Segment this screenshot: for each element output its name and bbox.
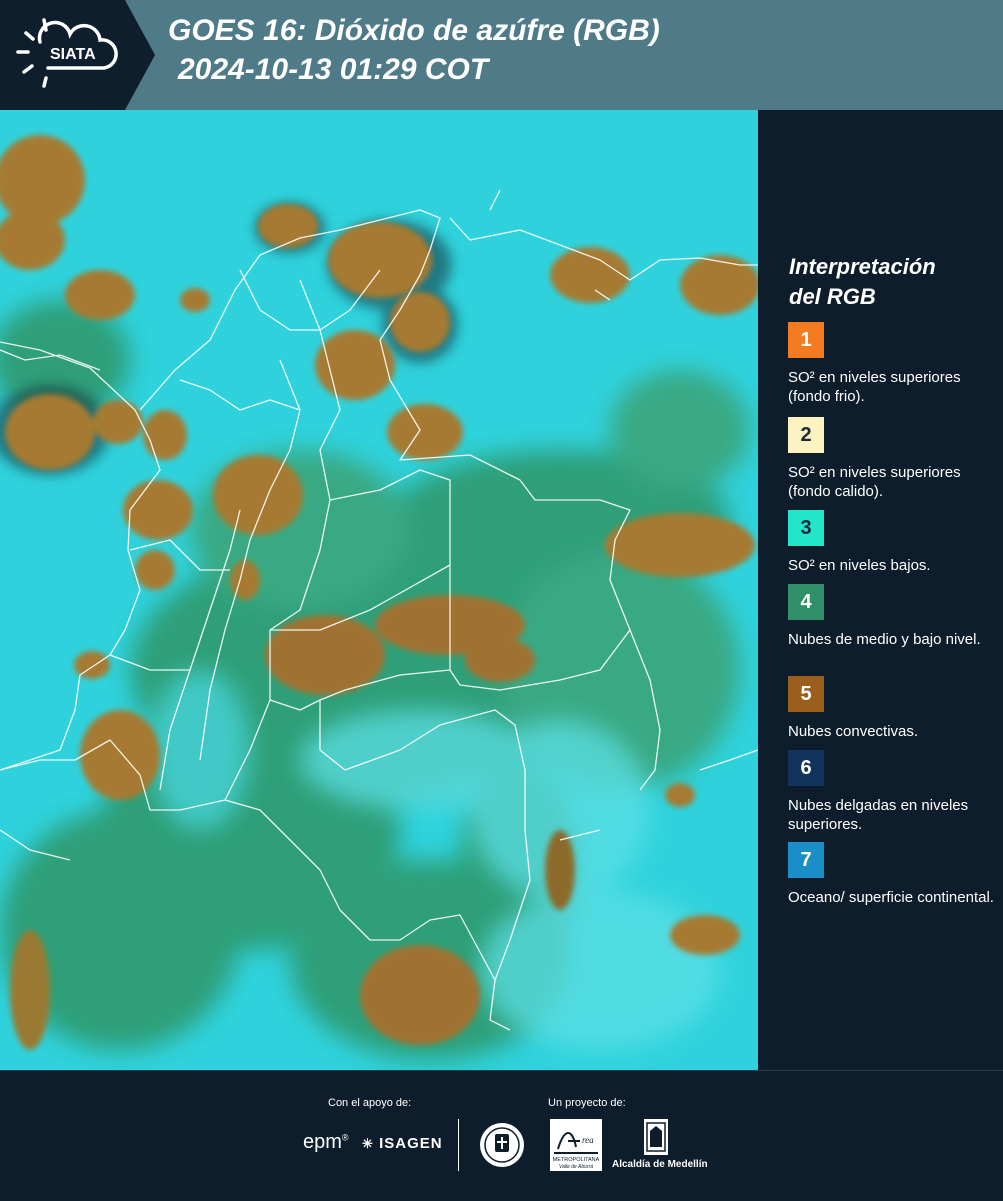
header-bar: SIATA GOES 16: Dióxido de azúfre (RGB) 2…	[0, 0, 1003, 110]
satellite-map	[0, 110, 758, 1070]
legend-text-6: Nubes delgadas en niveles superiores.	[788, 797, 969, 833]
legend-swatch-7: 7	[788, 842, 824, 878]
legend-title-line2: del RGB	[789, 284, 876, 309]
legend-item-4: 4 Nubes de medio y bajo nivel.	[788, 584, 998, 649]
legend-text-5: Nubes convectivas.	[788, 723, 919, 740]
page-timestamp: 2024-10-13 01:29 COT	[178, 53, 489, 86]
epm-logo: epm®	[303, 1131, 349, 1153]
isagen-logo-text: ISAGEN	[379, 1135, 443, 1152]
legend-item-5: 5 Nubes convectivas.	[788, 676, 998, 741]
siata-logo: SIATA	[0, 0, 155, 110]
project-label: Un proyecto de:	[548, 1097, 626, 1109]
alcaldia-text: Alcaldía de Medellín	[612, 1159, 708, 1170]
legend-swatch-4: 4	[788, 584, 824, 620]
page-title: GOES 16: Dióxido de azúfre (RGB)	[168, 14, 660, 47]
svg-text:rea: rea	[582, 1135, 594, 1145]
legend-item-6: 6 Nubes delgadas en niveles superiores.	[788, 750, 998, 834]
legend-item-1: 1 SO² en niveles superiores (fondo frio)…	[788, 322, 998, 406]
footer-divider	[458, 1119, 459, 1171]
isagen-mark-icon: ✳	[362, 1136, 374, 1151]
legend-swatch-2: 2	[788, 417, 824, 453]
legend-item-7: 7 Oceano/ superficie continental.	[788, 842, 998, 907]
legend-swatch-1: 1	[788, 322, 824, 358]
legend-swatch-3: 3	[788, 510, 824, 546]
legend-title: Interpretación del RGB	[789, 252, 989, 312]
isagen-logo: ✳ ISAGEN	[362, 1135, 443, 1152]
epm-logo-text: epm	[303, 1131, 342, 1153]
legend-item-3: 3 SO² en niveles bajos.	[788, 510, 998, 575]
legend-swatch-6: 6	[788, 750, 824, 786]
legend-swatch-5: 5	[788, 676, 824, 712]
siata-logo-text: SIATA	[50, 46, 96, 63]
partner1-subtext: Valle de Aburrá	[559, 1164, 593, 1170]
footer-sponsors: Con el apoyo de: Un proyecto de: epm® ✳ …	[0, 1070, 1003, 1201]
goes16-so2-rgb-image	[0, 110, 758, 1070]
alcaldia-medellin-logo	[644, 1119, 668, 1155]
area-metropolitana-logo: rea METROPOLITANA Valle de Aburrá	[550, 1119, 602, 1171]
support-label: Con el apoyo de:	[328, 1097, 412, 1109]
medellin-seal-icon	[480, 1123, 524, 1167]
legend-item-2: 2 SO² en niveles superiores (fondo calid…	[788, 417, 998, 501]
legend-text-7: Oceano/ superficie continental.	[788, 889, 994, 906]
legend-text-4: Nubes de medio y bajo nivel.	[788, 631, 981, 648]
rgb-legend-panel: Interpretación del RGB 1 SO² en niveles …	[758, 110, 1003, 1070]
legend-text-3: SO² en niveles bajos.	[788, 557, 931, 574]
partner1-text: METROPOLITANA	[553, 1157, 600, 1163]
legend-title-line1: Interpretación	[789, 254, 936, 279]
legend-text-2: SO² en niveles superiores (fondo calido)…	[788, 464, 961, 500]
legend-text-1: SO² en niveles superiores (fondo frio).	[788, 369, 961, 405]
